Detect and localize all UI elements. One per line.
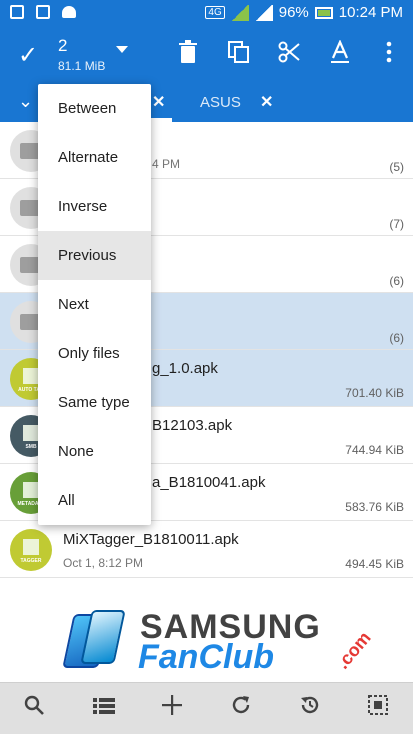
battery-icon (314, 6, 333, 19)
watermark-tld: .com (332, 627, 375, 673)
item-count: (7) (389, 217, 404, 231)
menu-item-next[interactable]: Next (38, 280, 151, 329)
item-count: (6) (389, 331, 404, 345)
chevron-down-icon[interactable]: ⌄ (18, 91, 33, 112)
menu-item-none[interactable]: None (38, 427, 151, 476)
selection-dropdown-icon[interactable] (116, 46, 128, 53)
menu-item-only-files[interactable]: Only files (38, 329, 151, 378)
bottom-toolbar (0, 682, 413, 734)
check-icon[interactable]: ✓ (14, 42, 42, 70)
copy-icon[interactable] (223, 40, 255, 72)
history-icon[interactable] (295, 694, 325, 724)
battery-percent: 96% (278, 4, 309, 21)
item-count: (5) (389, 160, 404, 174)
file-size: 744.94 KiB (345, 443, 404, 457)
selected-size: 81.1 MiB (58, 59, 106, 73)
file-name: a_B1810041.apk (152, 474, 266, 491)
select-all-icon[interactable] (363, 694, 393, 724)
signal-icon (230, 4, 249, 21)
file-size: 701.40 KiB (345, 386, 404, 400)
file-date: 4 PM (152, 157, 181, 171)
status-bar: 4G 96% 10:24 PM (0, 0, 413, 28)
file-size: 583.76 KiB (345, 500, 404, 514)
menu-item-same-type[interactable]: Same type (38, 378, 151, 427)
file-date: Oct 1, 8:12 PM (63, 556, 144, 570)
gallery-icon (36, 5, 50, 19)
rename-icon[interactable] (324, 39, 356, 72)
apk-icon-label: TAGGER (20, 558, 42, 564)
menu-item-alternate[interactable]: Alternate (38, 133, 151, 182)
android-icon (62, 6, 76, 18)
close-tab-icon[interactable]: ✕ (152, 92, 165, 112)
clock: 10:24 PM (338, 4, 403, 21)
tab-asus[interactable]: ASUS (200, 94, 241, 111)
file-name: g_1.0.apk (152, 360, 218, 377)
menu-item-inverse[interactable]: Inverse (38, 182, 151, 231)
item-count: (6) (389, 274, 404, 288)
network-badge: 4G (205, 6, 225, 19)
menu-item-all[interactable]: All (38, 476, 151, 525)
list-item[interactable]: TAGGER MiXTagger_B1810011.apk Oct 1, 8:12 … (0, 521, 413, 578)
apk-icon: TAGGER (10, 529, 52, 571)
signal-icon-2 (254, 4, 273, 21)
file-name: MiXTagger_B1810011.apk (63, 531, 239, 548)
file-size: 494.45 KiB (345, 557, 404, 571)
add-icon[interactable] (157, 694, 187, 724)
delete-icon[interactable] (172, 40, 204, 72)
selected-count: 2 (58, 36, 68, 55)
overflow-icon[interactable] (373, 40, 405, 72)
cut-icon[interactable] (273, 40, 305, 72)
refresh-icon[interactable] (226, 694, 256, 724)
search-icon[interactable] (19, 694, 49, 724)
close-tab-icon[interactable]: ✕ (260, 92, 273, 112)
watermark-logo: SAMSUNG FanClub .com (50, 608, 375, 678)
menu-item-previous[interactable]: Previous (38, 231, 151, 280)
selection-mode-menu: Between Alternate Inverse Previous Next Only … (38, 84, 151, 525)
menu-item-between[interactable]: Between (38, 84, 151, 133)
file-name: B12103.apk (152, 417, 233, 434)
watermark-line2: FanClub (138, 638, 274, 676)
app-root: 4G 96% 10:24 PM ✓ 2 81.1 MiB ⌄ ✕ ASUS ✕ … (0, 0, 413, 734)
selection-action-bar: ✓ 2 81.1 MiB (0, 28, 413, 84)
list-view-icon[interactable] (89, 694, 119, 724)
wifi-hotspot-icon (10, 5, 24, 19)
phone-graphic (60, 608, 126, 672)
